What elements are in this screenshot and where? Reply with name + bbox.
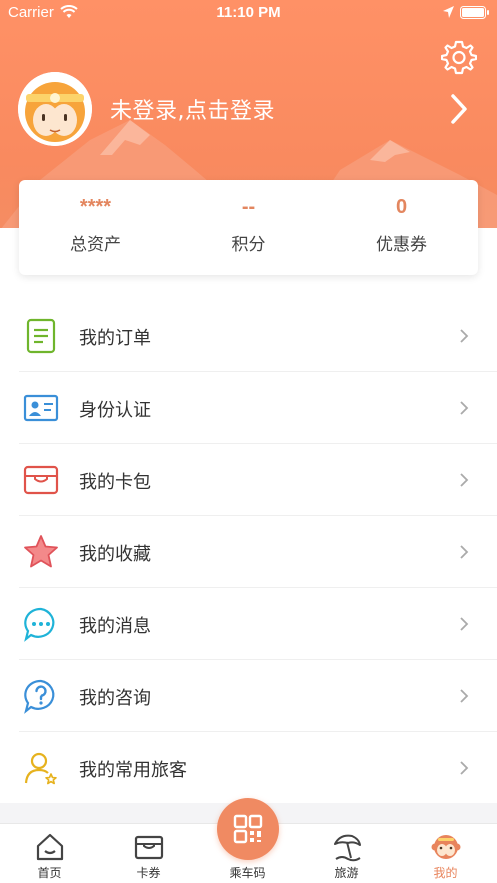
qr-code-icon <box>233 814 263 844</box>
card-wallet-icon <box>23 465 59 495</box>
chevron-right-icon <box>460 401 469 415</box>
ticket-icon <box>134 835 164 860</box>
points-stat[interactable]: -- 积分 <box>172 180 325 255</box>
menu-item-card-wallet[interactable]: 我的卡包 <box>19 444 497 516</box>
menu-item-favorites[interactable]: 我的收藏 <box>19 516 497 588</box>
tab-coupons[interactable]: 卡券 <box>99 824 198 883</box>
status-bar: Carrier 11:10 PM <box>0 0 497 26</box>
coupons-stat[interactable]: 0 优惠券 <box>325 180 478 255</box>
clock: 11:10 PM <box>216 4 281 21</box>
chevron-right-icon <box>460 689 469 703</box>
tab-label: 旅游 <box>334 866 359 880</box>
menu-item-label: 我的卡包 <box>79 472 151 493</box>
stat-value: 0 <box>395 196 408 218</box>
ride-code-button[interactable] <box>217 798 279 860</box>
chevron-right-icon <box>460 473 469 487</box>
login-prompt[interactable]: 未登录,点击登录 <box>110 93 275 125</box>
menu-item-inquiries[interactable]: 我的咨询 <box>19 660 497 732</box>
chevron-right-icon <box>460 545 469 559</box>
menu-item-label: 身份认证 <box>79 400 151 421</box>
tab-label: 乘车码 <box>229 866 266 880</box>
beach-umbrella-icon <box>334 834 361 862</box>
tab-label: 卡券 <box>136 866 161 880</box>
location-arrow-icon <box>443 6 454 18</box>
menu-item-orders[interactable]: 我的订单 <box>19 300 497 372</box>
tab-mine[interactable]: 我的 <box>396 824 495 883</box>
tab-travel[interactable]: 旅游 <box>297 824 396 883</box>
settings-gear-icon[interactable] <box>441 39 477 75</box>
battery-icon <box>460 6 489 19</box>
home-icon <box>36 833 64 861</box>
menu-item-messages[interactable]: 我的消息 <box>19 588 497 660</box>
stat-value: **** <box>79 196 112 218</box>
monkey-avatar-icon <box>18 72 92 146</box>
stat-label: 优惠券 <box>376 235 427 255</box>
stat-label: 总资产 <box>70 235 121 255</box>
assets-card: **** 总资产 -- 积分 0 优惠券 <box>19 180 478 275</box>
traveler-icon <box>24 752 57 785</box>
chevron-right-icon[interactable] <box>448 92 470 126</box>
menu-list: 我的订单 身份认证 我的卡包 我的收藏 我的消息 我的咨询 我的常用旅客 <box>19 300 497 804</box>
id-card-icon <box>23 394 59 422</box>
monkey-icon <box>431 835 461 859</box>
menu-item-identity[interactable]: 身份认证 <box>19 372 497 444</box>
menu-item-label: 我的订单 <box>79 328 151 349</box>
menu-item-label: 我的咨询 <box>79 688 151 709</box>
chevron-right-icon <box>460 761 469 775</box>
menu-item-label: 我的常用旅客 <box>79 760 187 781</box>
question-bubble-icon <box>24 679 55 714</box>
menu-item-label: 我的收藏 <box>79 544 151 565</box>
tab-label: 我的 <box>433 866 458 880</box>
message-bubble-icon <box>24 607 55 642</box>
chevron-right-icon <box>460 617 469 631</box>
total-assets-stat[interactable]: **** 总资产 <box>19 180 172 255</box>
menu-item-label: 我的消息 <box>79 616 151 637</box>
menu-item-frequent-travelers[interactable]: 我的常用旅客 <box>19 732 497 804</box>
order-list-icon <box>26 318 56 354</box>
star-icon <box>24 535 58 568</box>
stat-value: -- <box>241 196 256 218</box>
chevron-right-icon <box>460 329 469 343</box>
stat-label: 积分 <box>231 235 266 255</box>
avatar[interactable] <box>18 72 92 146</box>
tab-home[interactable]: 首页 <box>0 824 99 883</box>
tab-label: 首页 <box>37 866 62 880</box>
